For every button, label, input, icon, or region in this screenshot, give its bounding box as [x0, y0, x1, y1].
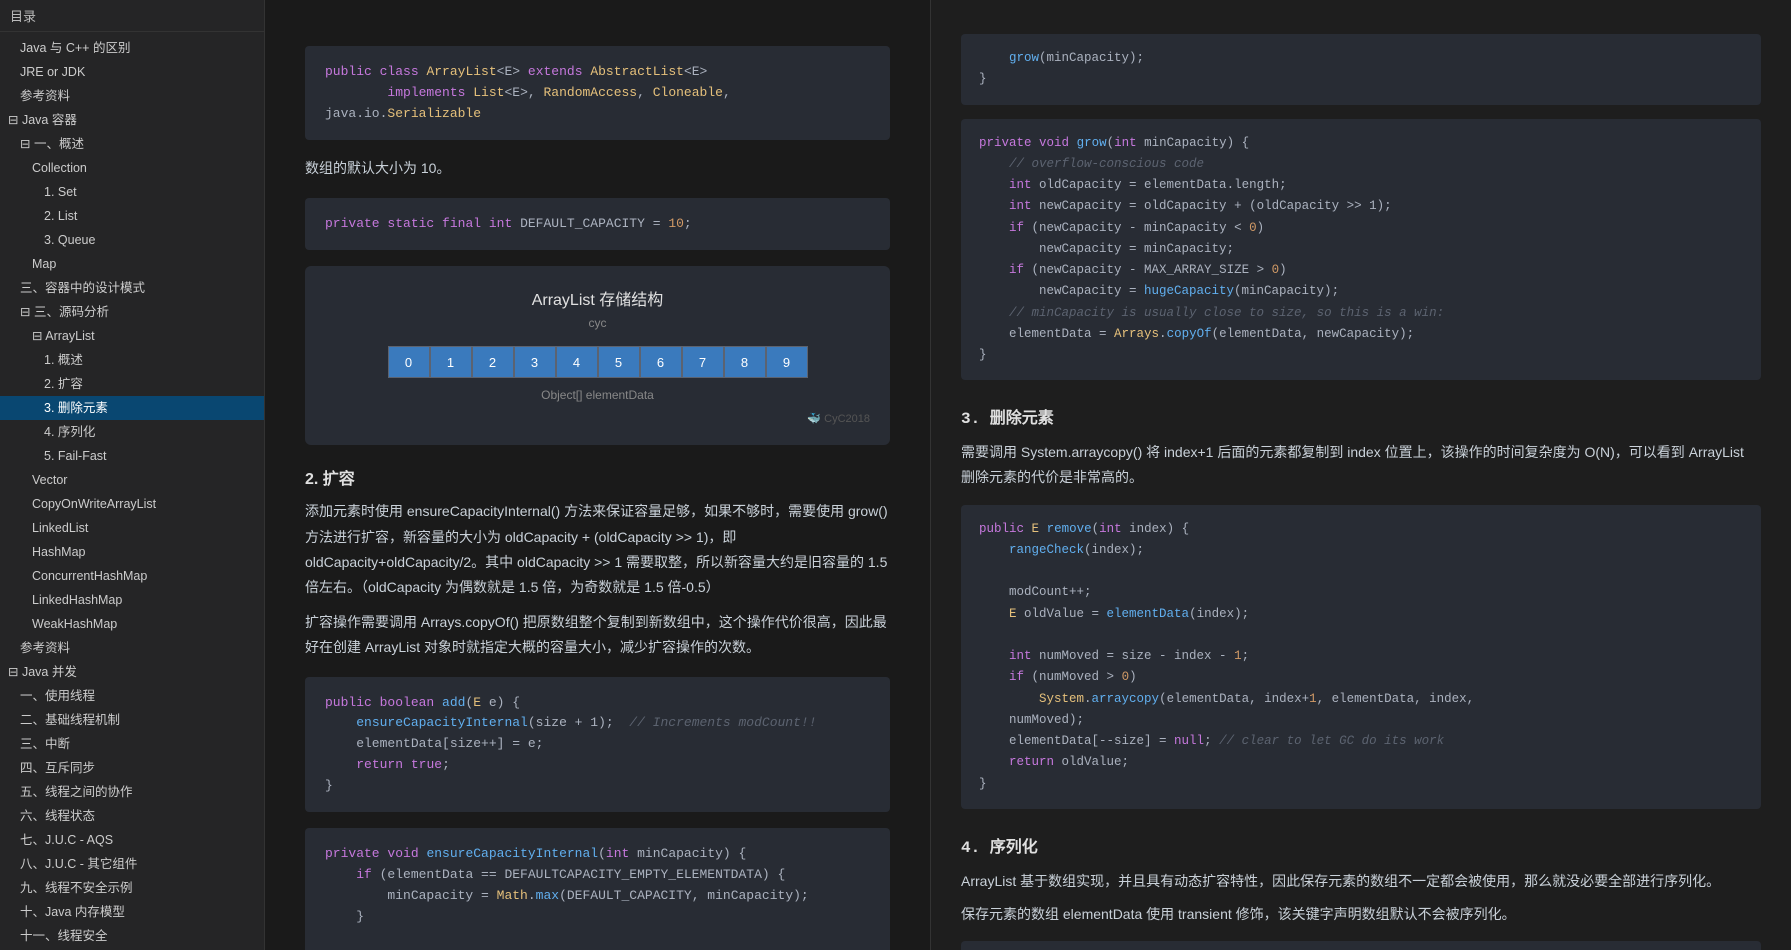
array-box: 7 — [682, 346, 724, 378]
sidebar-item-map[interactable]: Map — [0, 252, 264, 276]
sidebar-item-jre-jdk[interactable]: JRE or JDK — [0, 60, 264, 84]
sidebar-item-copyonwrite[interactable]: CopyOnWriteArrayList — [0, 492, 264, 516]
array-box: 2 — [472, 346, 514, 378]
diagram-footer: 🐳 CyC2018 — [325, 412, 870, 425]
sidebar-item-use-thread[interactable]: 一、使用线程 — [0, 684, 264, 708]
article-panel[interactable]: public class ArrayList<E> extends Abstra… — [265, 0, 931, 950]
remove-code-block: public E remove(int index) { rangeCheck(… — [961, 505, 1761, 809]
sidebar-item-queue[interactable]: 3. Queue — [0, 228, 264, 252]
sidebar-header: 目录 — [0, 0, 264, 32]
sidebar-item-al-serialize[interactable]: 4. 序列化 — [0, 420, 264, 444]
sidebar-item-al-delete[interactable]: 3. 删除元素 — [0, 396, 264, 420]
array-box: 1 — [430, 346, 472, 378]
class-declaration-block: public class ArrayList<E> extends Abstra… — [305, 46, 890, 140]
array-box: 5 — [598, 346, 640, 378]
sidebar-item-linkedhashmap[interactable]: LinkedHashMap — [0, 588, 264, 612]
sidebar-item-thread-safety[interactable]: 九、线程不安全示例 — [0, 876, 264, 900]
array-boxes: 0123456789 — [325, 346, 870, 378]
sidebar-item-arraylist[interactable]: ⊟ ArrayList — [0, 324, 264, 348]
main-content: public class ArrayList<E> extends Abstra… — [265, 0, 1791, 950]
default-capacity-code: private static final int DEFAULT_CAPACIT… — [305, 198, 890, 251]
arraylist-diagram: ArrayList 存储结构 cyc 0123456789 Object[] e… — [305, 266, 890, 445]
sidebar-item-java-container[interactable]: ⊟ Java 容器 — [0, 108, 264, 132]
grow-method-block: private void grow(int minCapacity) { // … — [961, 119, 1761, 381]
sidebar-item-al-expand[interactable]: 2. 扩容 — [0, 372, 264, 396]
sidebar-item-vector[interactable]: Vector — [0, 468, 264, 492]
array-box: 4 — [556, 346, 598, 378]
sidebar-item-juc-other[interactable]: 八、J.U.C - 其它组件 — [0, 852, 264, 876]
sidebar-item-thread-cooperation[interactable]: 五、线程之间的协作 — [0, 780, 264, 804]
sidebar-item-list[interactable]: 2. List — [0, 204, 264, 228]
sidebar-item-mutual-exclusive[interactable]: 四、互斥同步 — [0, 756, 264, 780]
section2-text1: 添加元素时使用 ensureCapacityInternal() 方法来保证容量… — [305, 499, 890, 600]
grow-call-block: grow(minCapacity); } — [961, 34, 1761, 105]
sidebar-item-concurrenthashmap[interactable]: ConcurrentHashMap — [0, 564, 264, 588]
sidebar-item-set[interactable]: 1. Set — [0, 180, 264, 204]
section4-text1: ArrayList 基于数组实现，并且具有动态扩容特性，因此保存元素的数组不一定… — [961, 869, 1761, 894]
sidebar-item-linkedlist[interactable]: LinkedList — [0, 516, 264, 540]
sidebar-item-thread-state[interactable]: 六、线程状态 — [0, 804, 264, 828]
sidebar-item-ref1[interactable]: 参考资料 — [0, 84, 264, 108]
diagram-title: ArrayList 存储结构 — [325, 286, 870, 310]
array-box: 8 — [724, 346, 766, 378]
sidebar-item-weakhashmap[interactable]: WeakHashMap — [0, 612, 264, 636]
sidebar-item-juc-aqs[interactable]: 七、J.U.C - AQS — [0, 828, 264, 852]
sidebar-item-ref2[interactable]: 参考资料 — [0, 636, 264, 660]
sidebar-item-hashmap[interactable]: HashMap — [0, 540, 264, 564]
section4-text2: 保存元素的数组 elementData 使用 transient 修饰，该关键字… — [961, 902, 1761, 927]
sidebar-item-java-memory[interactable]: 十、Java 内存模型 — [0, 900, 264, 924]
add-code-block: public boolean add(E e) { ensureCapacity… — [305, 677, 890, 813]
sidebar-item-design-pattern[interactable]: 三、容器中的设计模式 — [0, 276, 264, 300]
section4-title: 4. 序列化 — [961, 833, 1761, 857]
code-panel[interactable]: grow(minCapacity); } private void grow(i… — [931, 0, 1791, 950]
sidebar-tree[interactable]: Java 与 C++ 的区别JRE or JDK参考资料⊟ Java 容器⊟ 一… — [0, 32, 264, 950]
sidebar-item-al-overview[interactable]: 1. 概述 — [0, 348, 264, 372]
transient-code-block: transient Object[] elementData; // non-p… — [961, 941, 1761, 950]
array-box: 9 — [766, 346, 808, 378]
sidebar: 目录 Java 与 C++ 的区别JRE or JDK参考资料⊟ Java 容器… — [0, 0, 265, 950]
sidebar-item-overview1[interactable]: ⊟ 一、概述 — [0, 132, 264, 156]
array-box: 6 — [640, 346, 682, 378]
section2-text2: 扩容操作需要调用 Arrays.copyOf() 把原数组整个复制到新数组中，这… — [305, 610, 890, 660]
sidebar-item-java-cpp[interactable]: Java 与 C++ 的区别 — [0, 36, 264, 60]
section2-title: 2. 扩容 — [305, 465, 890, 489]
array-box: 0 — [388, 346, 430, 378]
sidebar-item-collection[interactable]: Collection — [0, 156, 264, 180]
diagram-subtitle: cyc — [325, 316, 870, 330]
section3-text: 需要调用 System.arraycopy() 将 index+1 后面的元素都… — [961, 440, 1761, 490]
sidebar-item-source-analysis[interactable]: ⊟ 三、源码分析 — [0, 300, 264, 324]
sidebar-item-al-failfast[interactable]: 5. Fail-Fast — [0, 444, 264, 468]
diagram-label: Object[] elementData — [325, 388, 870, 402]
default-capacity-text: 数组的默认大小为 10。 — [305, 156, 890, 181]
section3-title: 3. 删除元素 — [961, 404, 1761, 428]
sidebar-item-thread-mechanism[interactable]: 二、基础线程机制 — [0, 708, 264, 732]
ensure-capacity-code: private void ensureCapacityInternal(int … — [305, 828, 890, 950]
sidebar-item-java-concurrent[interactable]: ⊟ Java 并发 — [0, 660, 264, 684]
array-box: 3 — [514, 346, 556, 378]
sidebar-title: 目录 — [10, 9, 36, 24]
sidebar-item-interrupt[interactable]: 三、中断 — [0, 732, 264, 756]
sidebar-item-thread-safety2[interactable]: 十一、线程安全 — [0, 924, 264, 948]
